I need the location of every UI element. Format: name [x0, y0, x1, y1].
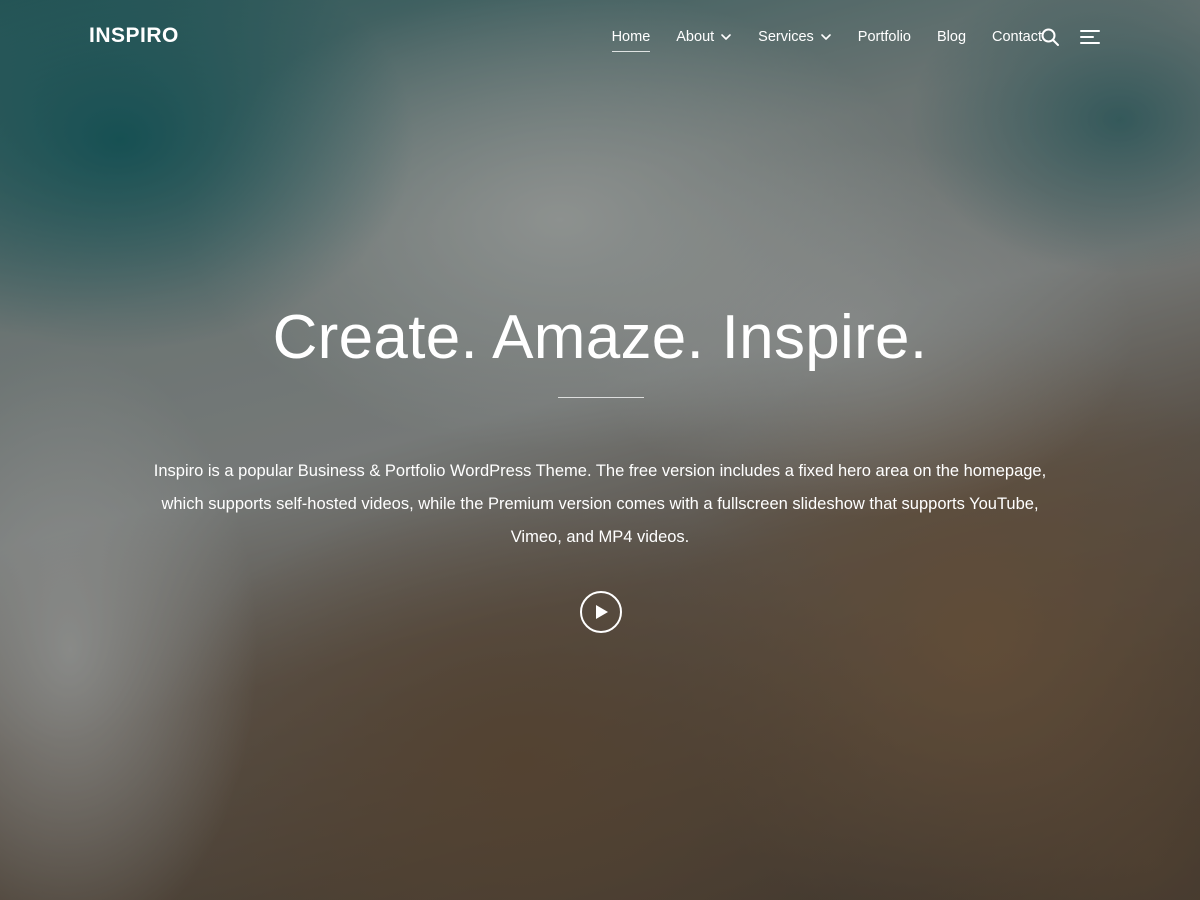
hero-section: INSPIRO Home About Services Portfolio Bl…: [0, 0, 1200, 900]
site-header: INSPIRO Home About Services Portfolio Bl…: [0, 0, 1200, 72]
play-video-button[interactable]: [580, 591, 622, 633]
nav-item-label: Home: [611, 29, 651, 45]
nav-item-label: Contact: [992, 29, 1042, 45]
search-button[interactable]: [1040, 27, 1060, 47]
search-icon: [1041, 28, 1059, 46]
nav-item-contact[interactable]: Contact: [992, 28, 1042, 46]
nav-item-home[interactable]: Home: [611, 28, 651, 52]
nav-item-portfolio[interactable]: Portfolio: [858, 28, 911, 46]
nav-item-label: About: [676, 29, 715, 45]
sidebar-menu-button[interactable]: [1079, 27, 1101, 47]
nav-item-about[interactable]: About: [676, 28, 732, 46]
hero-description: Inspiro is a popular Business & Portfoli…: [153, 462, 1047, 546]
hero-divider: [558, 397, 644, 398]
hero-title: Create. Amaze. Inspire.: [272, 303, 928, 372]
nav-item-services[interactable]: Services: [758, 28, 832, 46]
hero-overlay: [0, 0, 1200, 900]
nav-item-label: Blog: [936, 29, 967, 45]
site-logo[interactable]: INSPIRO: [89, 24, 179, 48]
nav-item-label: Services: [758, 29, 814, 45]
main-nav: Home About Services Portfolio Blog Conta…: [611, 28, 1042, 52]
nav-item-label: Portfolio: [857, 29, 911, 45]
chevron-down-icon: [721, 34, 731, 40]
chevron-down-icon: [820, 34, 831, 40]
play-icon: [596, 605, 608, 619]
menu-icon: [1080, 30, 1100, 44]
nav-item-blog[interactable]: Blog: [937, 28, 966, 46]
